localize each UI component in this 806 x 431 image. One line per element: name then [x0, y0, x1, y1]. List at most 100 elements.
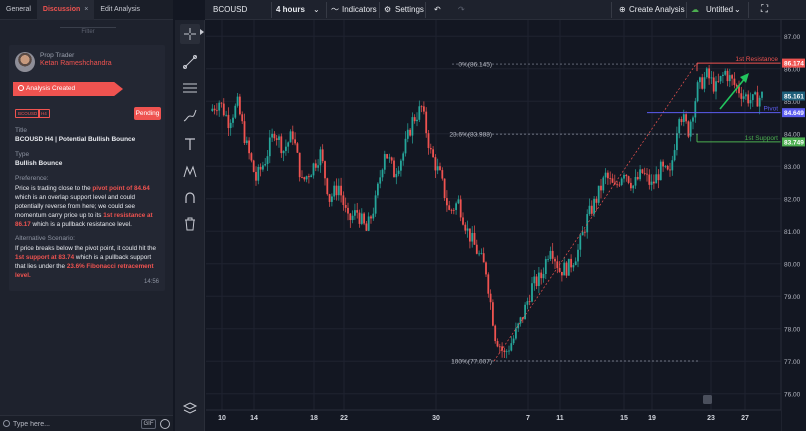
candle-body [319, 149, 322, 166]
candle-body [436, 166, 439, 171]
candle-body [733, 78, 736, 85]
close-icon[interactable]: × [84, 6, 88, 13]
candle-body [406, 129, 409, 139]
candle-body [590, 205, 593, 214]
candle-body [526, 301, 529, 305]
candle-body [296, 143, 299, 153]
chat-input[interactable] [13, 418, 135, 430]
candle-body [680, 119, 683, 123]
candle-body [485, 262, 487, 275]
candle-body [696, 82, 699, 102]
expand-arrow-icon[interactable] [199, 29, 205, 35]
tab-general[interactable]: General [0, 0, 37, 20]
candle-body [655, 174, 658, 184]
fib-level-label: 100%(77.007) [451, 359, 492, 366]
layers-tool[interactable] [180, 399, 200, 419]
indicators-icon: 〜 [331, 5, 339, 14]
alternative-text: If price breaks below the pivot point, i… [15, 244, 161, 280]
candle-body [604, 172, 607, 178]
symbol-tag: BCOUSD [15, 109, 41, 118]
candle-body [450, 209, 453, 211]
x-tick-label: 10 [218, 415, 226, 422]
candle-body [266, 156, 269, 165]
candle-body [248, 140, 250, 154]
candle-body [636, 176, 639, 180]
filter-button[interactable]: Filter [60, 27, 116, 37]
candle-body [331, 196, 333, 202]
candle-body [480, 253, 483, 255]
emoji-icon[interactable] [160, 419, 170, 429]
candle-body [213, 108, 216, 111]
candle-body [291, 131, 294, 140]
attach-icon[interactable] [3, 420, 10, 427]
chart-canvas[interactable]: 0%(86.145) 23.6%(83.988) 100%(77.007) 1st R… [206, 20, 806, 431]
type-label: Type [15, 151, 30, 158]
candle-body [222, 103, 225, 116]
settings-button[interactable]: Settings [395, 0, 424, 20]
candle-body [676, 133, 678, 151]
candle-body [722, 74, 724, 76]
interval-selector[interactable]: 4 hours [276, 0, 305, 20]
candle-body [742, 96, 745, 99]
candle-body [374, 195, 377, 214]
candle-body [413, 117, 416, 122]
pattern-tool[interactable] [180, 162, 200, 182]
author-name[interactable]: Ketan Rameshchandra [40, 60, 112, 67]
candle-body [282, 150, 285, 154]
time-axis[interactable] [206, 410, 781, 431]
candle-body [314, 163, 317, 168]
screenshot-icon[interactable] [703, 395, 712, 404]
candle-body [531, 283, 533, 302]
delete-tool[interactable] [180, 214, 200, 234]
candle-body [218, 102, 221, 111]
layout-chevron-icon[interactable]: ⌄ [734, 0, 741, 20]
price-tag-label: 85.161 [784, 93, 804, 100]
text-tool[interactable] [180, 134, 200, 154]
candle-body [340, 185, 342, 196]
tab-edit-analysis[interactable]: Edit Analysis [94, 0, 146, 20]
trend-line-tool[interactable] [180, 52, 200, 72]
undo-icon[interactable]: ↶ [434, 0, 441, 20]
gif-button[interactable]: GIF [141, 419, 156, 429]
price-chart[interactable]: 0%(86.145) 23.6%(83.988) 100%(77.007) 1st R… [206, 20, 806, 431]
candle-body [671, 160, 674, 171]
analysis-message-card: Prop Trader Ketan Rameshchandra Analysis… [9, 45, 165, 291]
candle-body [250, 153, 253, 161]
fib-level-label: 23.6%(83.988) [449, 132, 492, 139]
y-tick-label: 87.00 [784, 34, 801, 41]
fullscreen-icon[interactable]: ⛶ [761, 0, 768, 20]
tab-discussion[interactable]: Discussion × [36, 0, 95, 20]
candle-body [278, 136, 280, 141]
candle-body [669, 169, 671, 171]
redo-icon[interactable]: ↷ [458, 0, 465, 20]
support-label: 1st Support [745, 135, 778, 142]
candle-body [326, 178, 329, 195]
candle-body [712, 77, 715, 92]
candle-body [498, 346, 501, 348]
candle-body [400, 160, 402, 171]
candle-body [666, 165, 669, 170]
create-analysis-button[interactable]: Create Analysis [629, 0, 685, 20]
alternative-label: Alternative Scenario: [15, 235, 75, 242]
candle-body [563, 262, 566, 276]
candle-body [418, 106, 421, 120]
candle-body [565, 262, 568, 276]
layout-name[interactable]: Untitled [706, 0, 733, 20]
fib-retracement-tool[interactable] [180, 78, 200, 98]
pending-button[interactable]: Pending [134, 107, 161, 120]
symbol-selector[interactable]: BCOUSD [213, 0, 247, 20]
brush-tool[interactable] [180, 106, 200, 126]
candle-body [275, 138, 278, 141]
candle-body [519, 317, 522, 324]
candle-body [220, 102, 223, 104]
status-text: Analysis Created [26, 85, 76, 92]
crosshair-tool[interactable] [180, 24, 200, 44]
price-axis[interactable] [781, 20, 806, 431]
candle-body [211, 108, 214, 111]
candle-body [558, 267, 561, 272]
x-tick-label: 11 [556, 415, 564, 422]
magnet-tool[interactable] [180, 188, 200, 208]
chevron-down-icon[interactable]: ⌄ [313, 0, 320, 20]
candle-body [632, 185, 635, 189]
indicators-button[interactable]: Indicators [342, 0, 377, 20]
